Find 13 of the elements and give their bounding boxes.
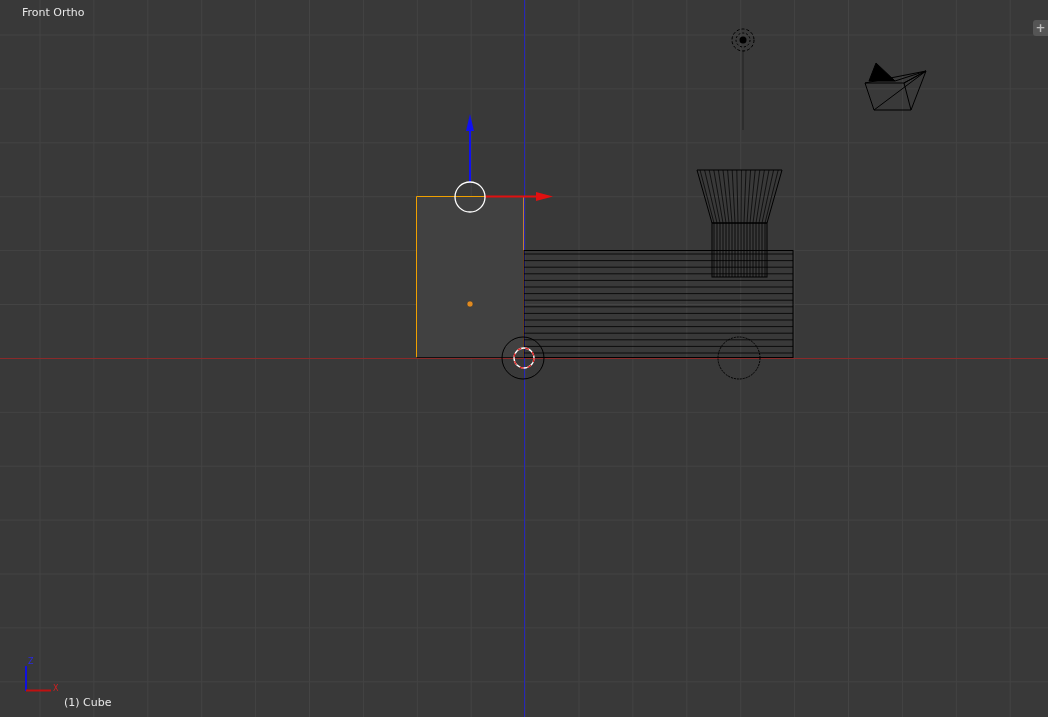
transform-gizmo[interactable] bbox=[454, 114, 553, 213]
add-button[interactable]: + bbox=[1033, 20, 1048, 36]
lamp-icon bbox=[731, 28, 755, 131]
axis-label: Z bbox=[28, 657, 34, 666]
view-title: Front Ortho bbox=[22, 6, 85, 19]
wheel bbox=[717, 336, 761, 380]
cursor-icon[interactable] bbox=[513, 347, 535, 369]
camera-icon bbox=[864, 62, 927, 111]
object-label: (1) Cube bbox=[64, 696, 112, 709]
axis-gizmo-drawing bbox=[25, 665, 52, 692]
wheel bbox=[501, 336, 545, 380]
origin-point bbox=[466, 300, 474, 308]
axis-label: X bbox=[53, 684, 59, 693]
